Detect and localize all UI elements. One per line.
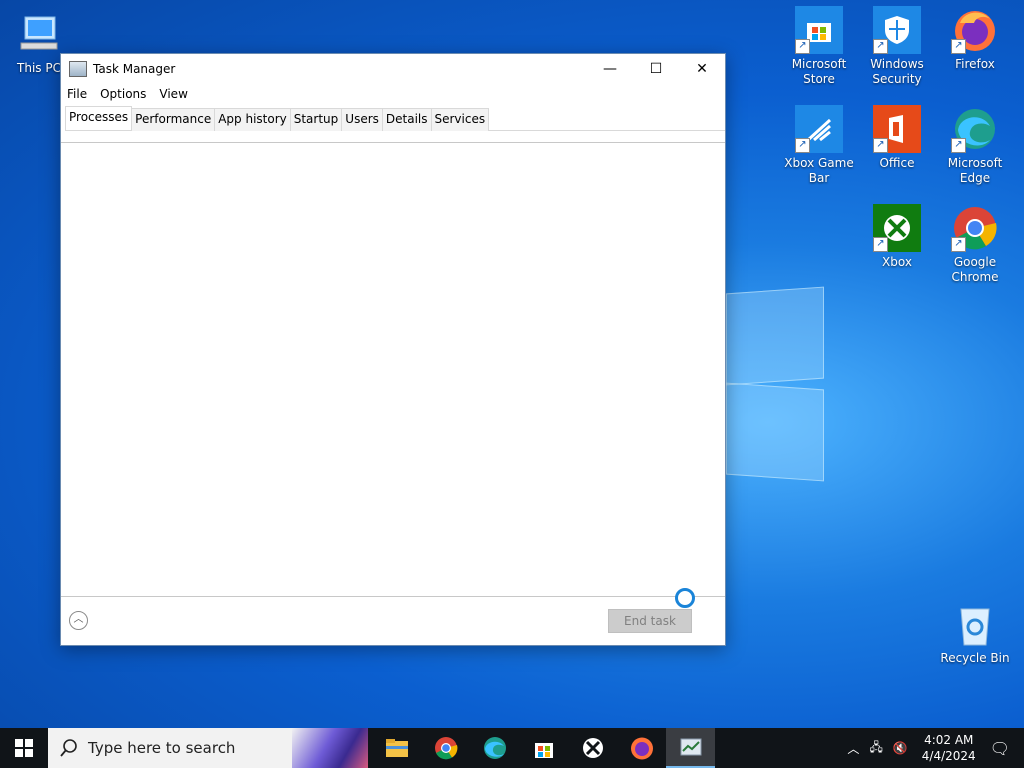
shortcut-arrow-icon: ↗ [873, 237, 888, 252]
taskbar-store[interactable] [519, 728, 568, 768]
title-bar[interactable]: Task Manager — ☐ ✕ [61, 54, 725, 84]
taskbar-task-manager[interactable] [666, 728, 715, 768]
edge-icon [483, 737, 506, 759]
office-icon: ↗ [873, 105, 921, 153]
desktop-icon-microsoft-edge[interactable]: ↗ Microsoft Edge [938, 105, 1012, 186]
taskbar-xbox[interactable] [568, 728, 617, 768]
tab-app-history[interactable]: App history [215, 108, 291, 131]
desktop-icon-office[interactable]: ↗ Office [860, 105, 934, 171]
taskbar-edge[interactable] [470, 728, 519, 768]
shortcut-arrow-icon: ↗ [951, 39, 966, 54]
desktop-icon-xbox-game-bar[interactable]: ↗ Xbox Game Bar [782, 105, 856, 186]
loading-spinner-icon [675, 588, 695, 608]
desktop-icon-label: Xbox [882, 255, 912, 269]
desktop-icon-label: Microsoft Edge [947, 156, 1003, 185]
menu-options[interactable]: Options [100, 87, 146, 101]
firefox-icon [630, 737, 653, 760]
volume-muted-icon[interactable]: 🔇 [893, 741, 908, 755]
computer-icon [15, 10, 63, 58]
maximize-button[interactable]: ☐ [633, 54, 679, 84]
taskbar-clock[interactable]: 4:02 AM 4/4/2024 [922, 732, 976, 764]
chrome-icon: ↗ [951, 204, 999, 252]
search-icon [60, 739, 77, 757]
shortcut-arrow-icon: ↗ [951, 237, 966, 252]
xbox-icon [582, 738, 603, 758]
shortcut-arrow-icon: ↗ [795, 138, 810, 153]
tab-details[interactable]: Details [382, 108, 432, 131]
window-title: Task Manager [93, 62, 176, 76]
desktop-icon-label: Windows Security [870, 57, 924, 86]
shortcut-arrow-icon: ↗ [873, 39, 888, 54]
desktop-icon-windows-security[interactable]: ↗ Windows Security [860, 6, 934, 87]
tab-strip: Processes Performance App history Startu… [65, 106, 725, 131]
xbox-game-bar-icon: ↗ [795, 105, 843, 153]
tab-processes[interactable]: Processes [65, 106, 133, 130]
firefox-icon: ↗ [951, 6, 999, 54]
shortcut-arrow-icon: ↗ [951, 138, 966, 153]
desktop-icon-label: Recycle Bin [940, 651, 1010, 665]
desktop-icon-label: Office [879, 156, 915, 170]
tab-users[interactable]: Users [342, 108, 383, 131]
menu-view[interactable]: View [159, 87, 187, 101]
search-placeholder: Type here to search [88, 739, 236, 757]
desktop-icon-firefox[interactable]: ↗ Firefox [938, 6, 1012, 72]
taskbar-file-explorer[interactable] [372, 728, 421, 768]
desktop-icon-microsoft-store[interactable]: ↗ Microsoft Store [782, 6, 856, 87]
desktop-icon-label: Google Chrome [951, 255, 999, 284]
shortcut-arrow-icon: ↗ [873, 138, 888, 153]
shortcut-arrow-icon: ↗ [795, 39, 810, 54]
windows-logo-wallpaper [726, 286, 826, 482]
store-icon: ↗ [795, 6, 843, 54]
task-manager-window: Task Manager — ☐ ✕ File Options View Pro… [60, 53, 726, 646]
end-task-button[interactable]: End task [608, 609, 692, 633]
desktop-icon-label: Microsoft Store [791, 57, 847, 86]
recycle-bin-icon [951, 600, 999, 648]
desktop-icon-xbox[interactable]: ↗ Xbox [860, 204, 934, 270]
content-divider [61, 142, 725, 143]
clock-date: 4/4/2024 [921, 749, 976, 763]
minimize-button[interactable]: — [587, 54, 633, 84]
close-button[interactable]: ✕ [679, 54, 725, 84]
desktop-icon-recycle-bin[interactable]: Recycle Bin [938, 600, 1012, 666]
shield-icon: ↗ [873, 6, 921, 54]
footer-divider [61, 596, 725, 597]
chrome-icon [434, 737, 457, 760]
taskbar: Type here to search ︿ 🖧 🔇 4:02 AM 4/4/20… [0, 728, 1024, 768]
taskbar-firefox[interactable] [617, 728, 666, 768]
tab-performance[interactable]: Performance [132, 108, 216, 131]
network-icon[interactable]: 🖧 [869, 738, 882, 759]
clock-time: 4:02 AM [924, 733, 974, 747]
edge-icon: ↗ [951, 105, 999, 153]
system-tray: ︿ 🖧 🔇 4:02 AM 4/4/2024 🗨 [837, 732, 1024, 764]
fewer-details-chevron-up-icon[interactable]: ︿ [69, 611, 88, 630]
task-manager-icon [680, 738, 701, 756]
task-manager-icon [69, 61, 87, 77]
notifications-icon[interactable]: 🗨 [990, 739, 1010, 758]
menu-file[interactable]: File [67, 87, 87, 101]
search-highlight-art [292, 728, 368, 768]
menu-bar: File Options View [61, 84, 725, 104]
taskbar-search-box[interactable]: Type here to search [48, 728, 368, 768]
tab-services[interactable]: Services [431, 108, 490, 131]
store-icon [534, 743, 553, 758]
start-button[interactable] [0, 728, 48, 768]
taskbar-chrome[interactable] [421, 728, 470, 768]
chevron-up-icon[interactable]: ︿ [847, 740, 859, 757]
xbox-icon: ↗ [873, 204, 921, 252]
desktop-icon-label: Firefox [955, 57, 995, 71]
windows-start-icon [15, 739, 33, 757]
tab-startup[interactable]: Startup [290, 108, 343, 131]
file-explorer-icon [385, 739, 408, 757]
desktop-icon-google-chrome[interactable]: ↗ Google Chrome [938, 204, 1012, 285]
desktop-icon-label: Xbox Game Bar [784, 156, 854, 185]
